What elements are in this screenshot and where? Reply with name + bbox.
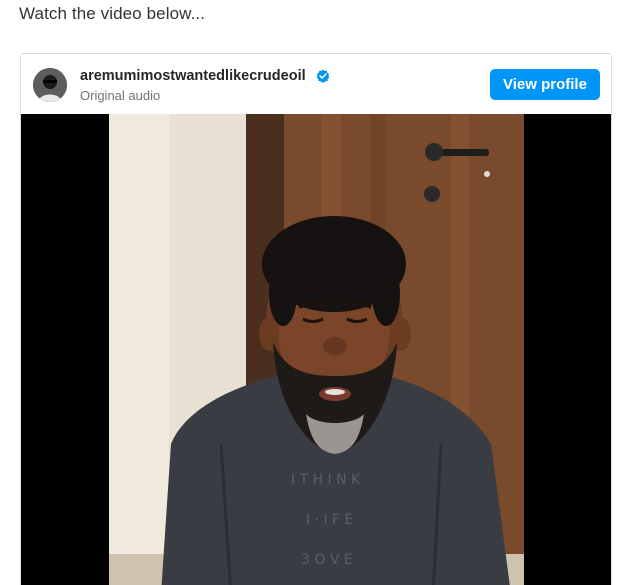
video-player[interactable]: I T H I N K I · I F E 3 O V E: [21, 114, 611, 585]
svg-text:I · I F E: I · I F E: [306, 512, 353, 528]
embed-header: aremumimostwantedlikecrudeoil Original a…: [21, 54, 611, 114]
avatar-image: [33, 68, 67, 102]
svg-text:3 O V E: 3 O V E: [301, 552, 353, 568]
audio-subtitle[interactable]: Original audio: [80, 88, 160, 103]
intro-text: Watch the video below...: [19, 4, 206, 23]
avatar[interactable]: [33, 68, 67, 102]
instagram-embed: aremumimostwantedlikecrudeoil Original a…: [20, 53, 612, 585]
verified-badge-icon: [316, 69, 330, 83]
username[interactable]: aremumimostwantedlikecrudeoil: [80, 68, 306, 84]
video-frame: I T H I N K I · I F E 3 O V E: [21, 114, 611, 585]
svg-text:I T H I N K: I T H I N K: [291, 472, 361, 488]
view-profile-button[interactable]: View profile: [490, 69, 600, 100]
page: Watch the video below... aremumimostwant…: [0, 0, 637, 585]
